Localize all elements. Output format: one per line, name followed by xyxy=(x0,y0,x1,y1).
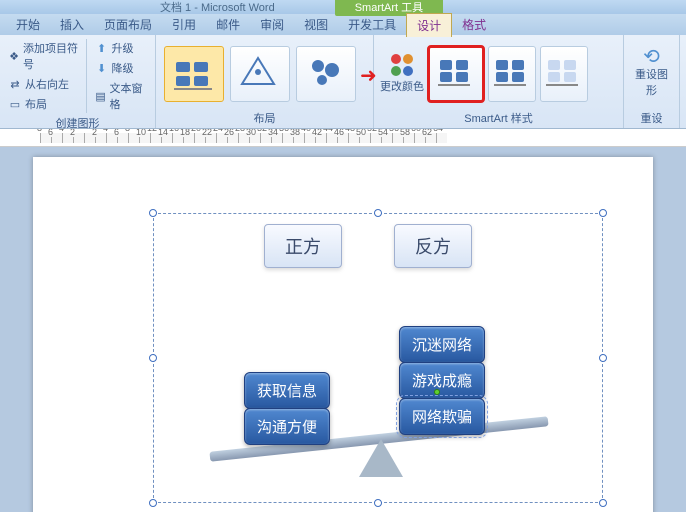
group-label: 重设 xyxy=(630,108,673,126)
tab-start[interactable]: 开始 xyxy=(6,13,50,36)
layout-button[interactable]: ▭布局 xyxy=(6,95,82,113)
horizontal-ruler: 8642246810121416182022242628303234363840… xyxy=(0,129,686,147)
text-pane-icon: ▤ xyxy=(95,89,107,103)
arrow-icon: ➜ xyxy=(360,63,377,88)
resize-handle[interactable] xyxy=(599,354,607,362)
balance-fulcrum xyxy=(359,439,403,477)
bullet-icon: ❖ xyxy=(8,49,20,63)
resize-handle[interactable] xyxy=(374,209,382,217)
smartart-frame[interactable]: 正方 反方 获取信息 沟通方便 沉迷网络 游戏成瘾 网络欺骗 xyxy=(153,213,603,503)
tab-mail[interactable]: 邮件 xyxy=(206,13,250,36)
rtl-icon: ⇄ xyxy=(8,77,22,91)
style-option-2[interactable] xyxy=(488,46,536,102)
ribbon-group-styles: ➜ 更改颜色 SmartArt xyxy=(374,35,624,128)
balance-label-right[interactable]: 反方 xyxy=(394,224,472,268)
resize-handle[interactable] xyxy=(599,209,607,217)
right-item-3[interactable]: 网络欺骗 xyxy=(399,398,485,435)
style-option-3[interactable] xyxy=(540,46,588,102)
tab-insert[interactable]: 插入 xyxy=(50,13,94,36)
reset-icon: ⟲ xyxy=(645,49,659,63)
reset-button[interactable]: ⟲ 重设图形 xyxy=(630,48,673,99)
promote-button[interactable]: ⬆升级 xyxy=(93,39,149,57)
document-area: 正方 反方 获取信息 沟通方便 沉迷网络 游戏成瘾 网络欺骗 xyxy=(0,147,686,512)
add-bullet-button[interactable]: ❖添加项目符号 xyxy=(6,39,82,73)
ribbon-group-create: ❖添加项目符号 ⇄从右向左 ▭布局 ⬆升级 ⬇降级 ▤文本窗格 创建图形 xyxy=(0,35,156,128)
right-item-2[interactable]: 游戏成瘾 xyxy=(399,362,485,399)
resize-handle[interactable] xyxy=(149,354,157,362)
menu-bar: 开始 插入 页面布局 引用 邮件 审阅 视图 开发工具 设计 格式 xyxy=(0,14,686,35)
page: 正方 反方 获取信息 沟通方便 沉迷网络 游戏成瘾 网络欺骗 xyxy=(33,157,653,512)
tab-design[interactable]: 设计 xyxy=(406,13,452,37)
demote-button[interactable]: ⬇降级 xyxy=(93,59,149,77)
layout-option-2[interactable] xyxy=(230,46,290,102)
tab-review[interactable]: 审阅 xyxy=(250,13,294,36)
group-label: SmartArt 样式 xyxy=(380,108,617,126)
color-circles-icon xyxy=(391,66,413,76)
demote-icon: ⬇ xyxy=(95,61,109,75)
balance-label-left[interactable]: 正方 xyxy=(264,224,342,268)
tab-references[interactable]: 引用 xyxy=(162,13,206,36)
layout-option-3[interactable] xyxy=(296,46,356,102)
ribbon-group-reset: ⟲ 重设图形 重设 xyxy=(624,35,680,128)
title-bar: 文档 1 - Microsoft Word SmartArt 工具 xyxy=(0,0,686,14)
color-circles-icon xyxy=(391,54,413,64)
change-colors-button[interactable]: 更改颜色 xyxy=(380,54,424,94)
tab-format[interactable]: 格式 xyxy=(452,13,496,36)
tab-view[interactable]: 视图 xyxy=(294,13,338,36)
layout-option-1[interactable] xyxy=(164,46,224,102)
tab-page-layout[interactable]: 页面布局 xyxy=(94,13,162,36)
ribbon: ❖添加项目符号 ⇄从右向左 ▭布局 ⬆升级 ⬇降级 ▤文本窗格 创建图形 布局 xyxy=(0,35,686,129)
balance-scale: 获取信息 沟通方便 沉迷网络 游戏成瘾 网络欺骗 xyxy=(184,294,574,494)
ribbon-group-layout: 布局 xyxy=(156,35,374,128)
rotate-handle[interactable] xyxy=(434,389,440,395)
style-option-1[interactable] xyxy=(428,46,484,102)
promote-icon: ⬆ xyxy=(95,41,109,55)
tab-developer[interactable]: 开发工具 xyxy=(338,13,406,36)
rtl-button[interactable]: ⇄从右向左 xyxy=(6,75,82,93)
resize-handle[interactable] xyxy=(374,499,382,507)
resize-handle[interactable] xyxy=(149,499,157,507)
left-item-2[interactable]: 沟通方便 xyxy=(244,408,330,445)
left-item-1[interactable]: 获取信息 xyxy=(244,372,330,409)
layout-icon: ▭ xyxy=(8,97,22,111)
right-item-1[interactable]: 沉迷网络 xyxy=(399,326,485,363)
text-pane-button[interactable]: ▤文本窗格 xyxy=(93,79,149,113)
resize-handle[interactable] xyxy=(599,499,607,507)
group-label: 布局 xyxy=(162,108,367,126)
resize-handle[interactable] xyxy=(149,209,157,217)
